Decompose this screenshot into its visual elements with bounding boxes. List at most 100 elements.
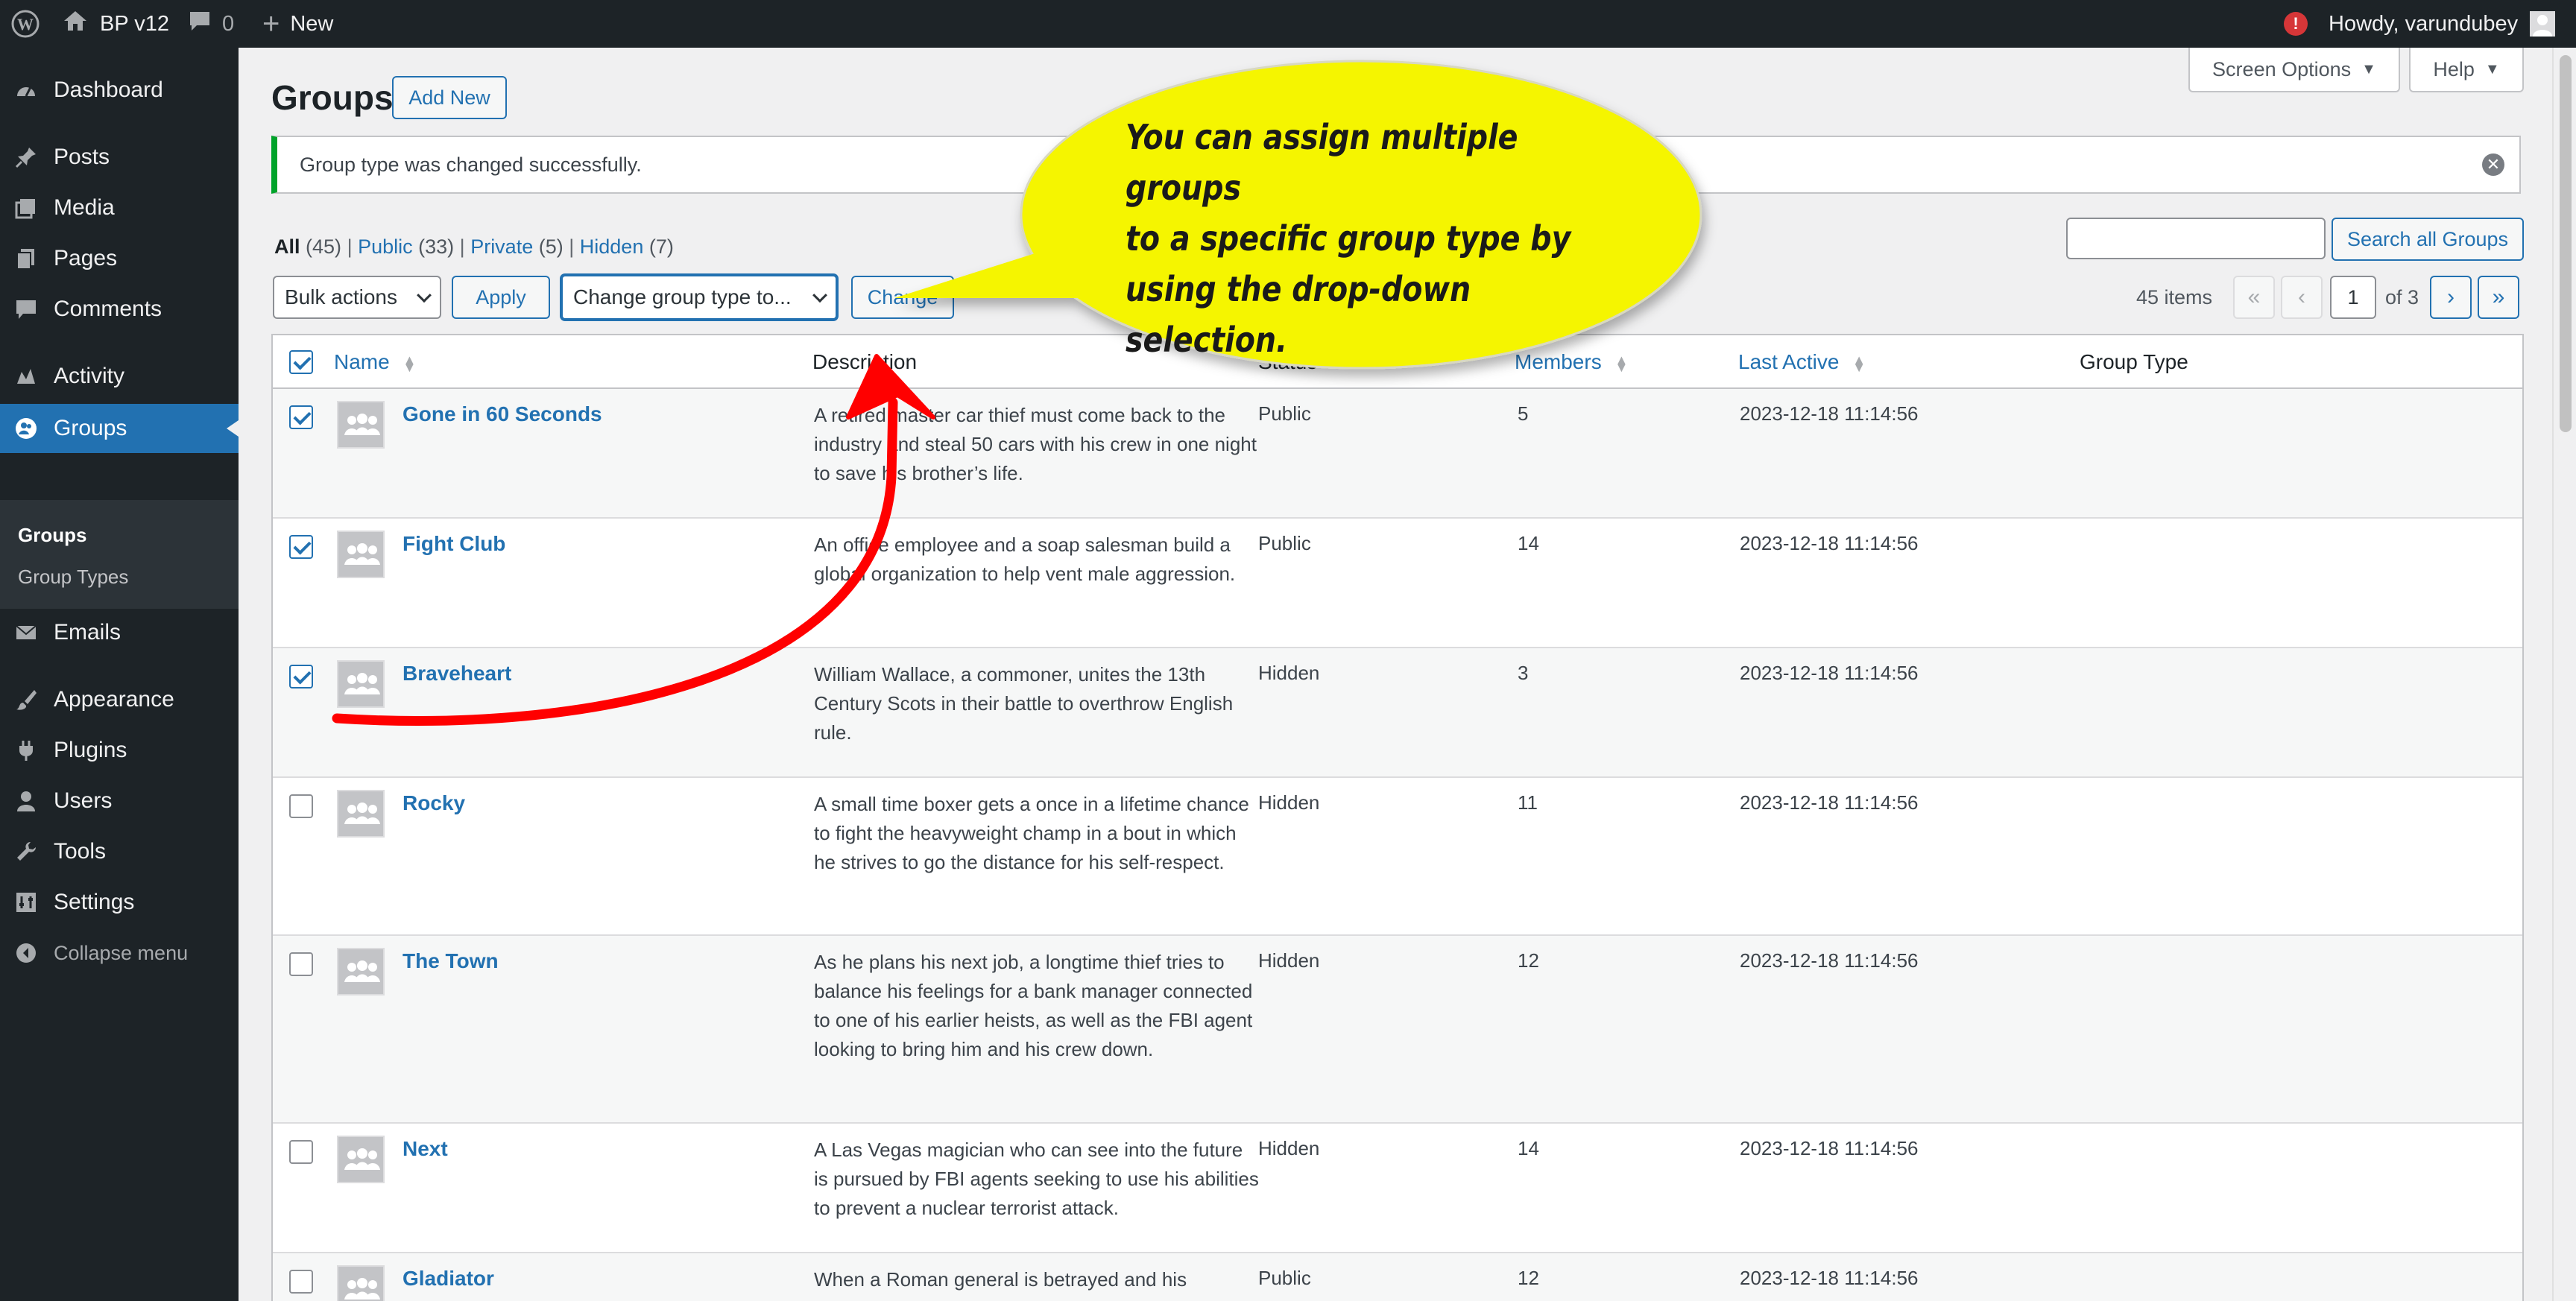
caret-down-icon: ▼ — [2484, 60, 2500, 77]
current-page-input[interactable]: 1 — [2330, 276, 2376, 319]
group-name-link[interactable]: Gladiator — [402, 1267, 494, 1291]
filter-all-count: (45) — [306, 235, 342, 258]
collapse-icon — [13, 940, 39, 966]
row-checkbox[interactable] — [289, 952, 313, 976]
sidebar-item-emails[interactable]: Emails — [0, 608, 239, 657]
paintbrush-icon — [13, 687, 39, 712]
submenu-item-groups[interactable]: Groups — [18, 524, 86, 547]
apply-button[interactable]: Apply — [452, 276, 550, 319]
row-checkbox[interactable] — [289, 665, 313, 689]
change-group-type-value: Change group type to... — [573, 285, 792, 308]
group-name-link[interactable]: Gone in 60 Seconds — [402, 402, 602, 426]
comments-count: 0 — [222, 11, 235, 36]
sidebar-item-media[interactable]: Media — [0, 183, 239, 232]
change-button[interactable]: Change — [851, 276, 954, 319]
total-pages: of 3 — [2385, 285, 2419, 308]
comments-link[interactable]: 0 — [188, 0, 234, 48]
sidebar-item-users[interactable]: Users — [0, 776, 239, 826]
column-status: Status — [1258, 350, 1318, 373]
filter-public-count: (33) — [418, 235, 455, 258]
submenu-item-group-types[interactable]: Group Types — [18, 566, 128, 589]
chevron-down-icon — [417, 288, 432, 303]
search-all-groups-button[interactable]: Search all Groups — [2332, 218, 2524, 261]
sidebar-item-settings[interactable]: Settings — [0, 878, 239, 927]
row-checkbox[interactable] — [289, 535, 313, 559]
sidebar-item-appearance[interactable]: Appearance — [0, 675, 239, 724]
column-last-active-label: Last Active — [1738, 350, 1840, 373]
add-new-button[interactable]: Add New — [392, 76, 507, 119]
column-group-type: Group Type — [2080, 350, 2188, 373]
new-content-link[interactable]: + New — [262, 0, 333, 48]
last-page-button[interactable]: » — [2478, 276, 2519, 319]
groups-table: Name ▲ ▼ Description Status Members ▲ ▼ La… — [271, 334, 2524, 1301]
my-account-link[interactable]: Howdy, varundubey — [2329, 0, 2556, 48]
dismiss-notice-icon[interactable]: ✕ — [2482, 153, 2504, 176]
group-name-link[interactable]: Next — [402, 1137, 448, 1161]
media-icon — [13, 195, 39, 221]
group-members: 5 — [1518, 402, 1529, 425]
help-button[interactable]: Help ▼ — [2409, 48, 2524, 92]
group-status: Public — [1258, 532, 1311, 554]
groups-submenu: Groups Group Types — [0, 500, 239, 609]
dashboard-icon — [13, 77, 39, 103]
search-groups-input[interactable] — [2066, 218, 2326, 259]
group-name-link[interactable]: Braveheart — [402, 662, 511, 686]
notification-alert-icon[interactable]: ! — [2284, 0, 2308, 48]
group-avatar — [337, 948, 385, 995]
column-members[interactable]: Members ▲ ▼ — [1515, 350, 1628, 374]
group-name-link[interactable]: Fight Club — [402, 532, 505, 556]
group-last-active: 2023-12-18 11:14:56 — [1740, 791, 1919, 814]
sidebar-item-pages[interactable]: Pages — [0, 234, 239, 283]
page-scrollbar[interactable] — [2552, 48, 2576, 1301]
change-group-type-select[interactable]: Change group type to... — [561, 274, 838, 320]
prev-page-button[interactable]: ‹ — [2281, 276, 2323, 319]
sidebar-item-activity[interactable]: Activity — [0, 352, 239, 401]
group-status: Public — [1258, 402, 1311, 425]
home-icon — [63, 10, 88, 38]
sidebar-item-comments[interactable]: Comments — [0, 285, 239, 334]
row-checkbox[interactable] — [289, 1270, 313, 1294]
sort-icon: ▲ ▼ — [1614, 352, 1629, 375]
collapse-menu-button[interactable]: Collapse menu — [0, 928, 239, 978]
scrollbar-thumb[interactable] — [2560, 55, 2572, 432]
sidebar-item-label: Users — [54, 788, 113, 813]
group-name-link[interactable]: Rocky — [402, 791, 465, 815]
sidebar-item-groups[interactable]: Groups — [0, 404, 239, 453]
next-page-button[interactable]: › — [2430, 276, 2472, 319]
row-checkbox[interactable] — [289, 1140, 313, 1164]
column-name[interactable]: Name ▲ ▼ — [334, 350, 416, 374]
notice-message: Group type was changed successfully. — [300, 153, 642, 176]
group-filter-links: All (45) | Public (33) | Private (5) | H… — [274, 235, 674, 258]
sidebar-item-label: Emails — [54, 620, 121, 645]
sidebar-item-plugins[interactable]: Plugins — [0, 726, 239, 775]
filter-private[interactable]: Private — [470, 235, 533, 258]
sidebar-item-dashboard[interactable]: Dashboard — [0, 66, 239, 115]
sort-icon: ▲ ▼ — [402, 352, 417, 375]
settings-icon — [13, 890, 39, 915]
sidebar-item-tools[interactable]: Tools — [0, 827, 239, 876]
site-home-link[interactable]: BP v12 — [63, 0, 169, 48]
row-checkbox[interactable] — [289, 794, 313, 818]
row-checkbox[interactable] — [289, 405, 313, 429]
success-notice: Group type was changed successfully. ✕ — [271, 136, 2521, 194]
wordpress-logo-icon[interactable]: W — [10, 0, 40, 48]
pin-icon — [13, 145, 39, 170]
column-last-active[interactable]: Last Active ▲ ▼ — [1738, 350, 1866, 374]
filter-all[interactable]: All — [274, 235, 300, 258]
first-page-button[interactable]: « — [2233, 276, 2275, 319]
page-title: Groups — [271, 78, 394, 117]
group-name-link[interactable]: The Town — [402, 949, 499, 973]
group-last-active: 2023-12-18 11:14:56 — [1740, 1137, 1919, 1159]
select-all-checkbox[interactable] — [289, 350, 313, 374]
bulk-actions-select[interactable]: Bulk actions — [273, 276, 441, 319]
comment-icon — [13, 297, 39, 322]
email-icon — [13, 620, 39, 645]
screen-options-button[interactable]: Screen Options ▼ — [2188, 48, 2400, 92]
sidebar-item-posts[interactable]: Posts — [0, 133, 239, 182]
group-avatar — [337, 1136, 385, 1183]
filter-hidden[interactable]: Hidden — [580, 235, 644, 258]
sidebar-item-label: Appearance — [54, 687, 174, 712]
filter-public[interactable]: Public — [358, 235, 413, 258]
sort-icon: ▲ ▼ — [1852, 352, 1866, 375]
sidebar-item-label: Settings — [54, 890, 135, 914]
